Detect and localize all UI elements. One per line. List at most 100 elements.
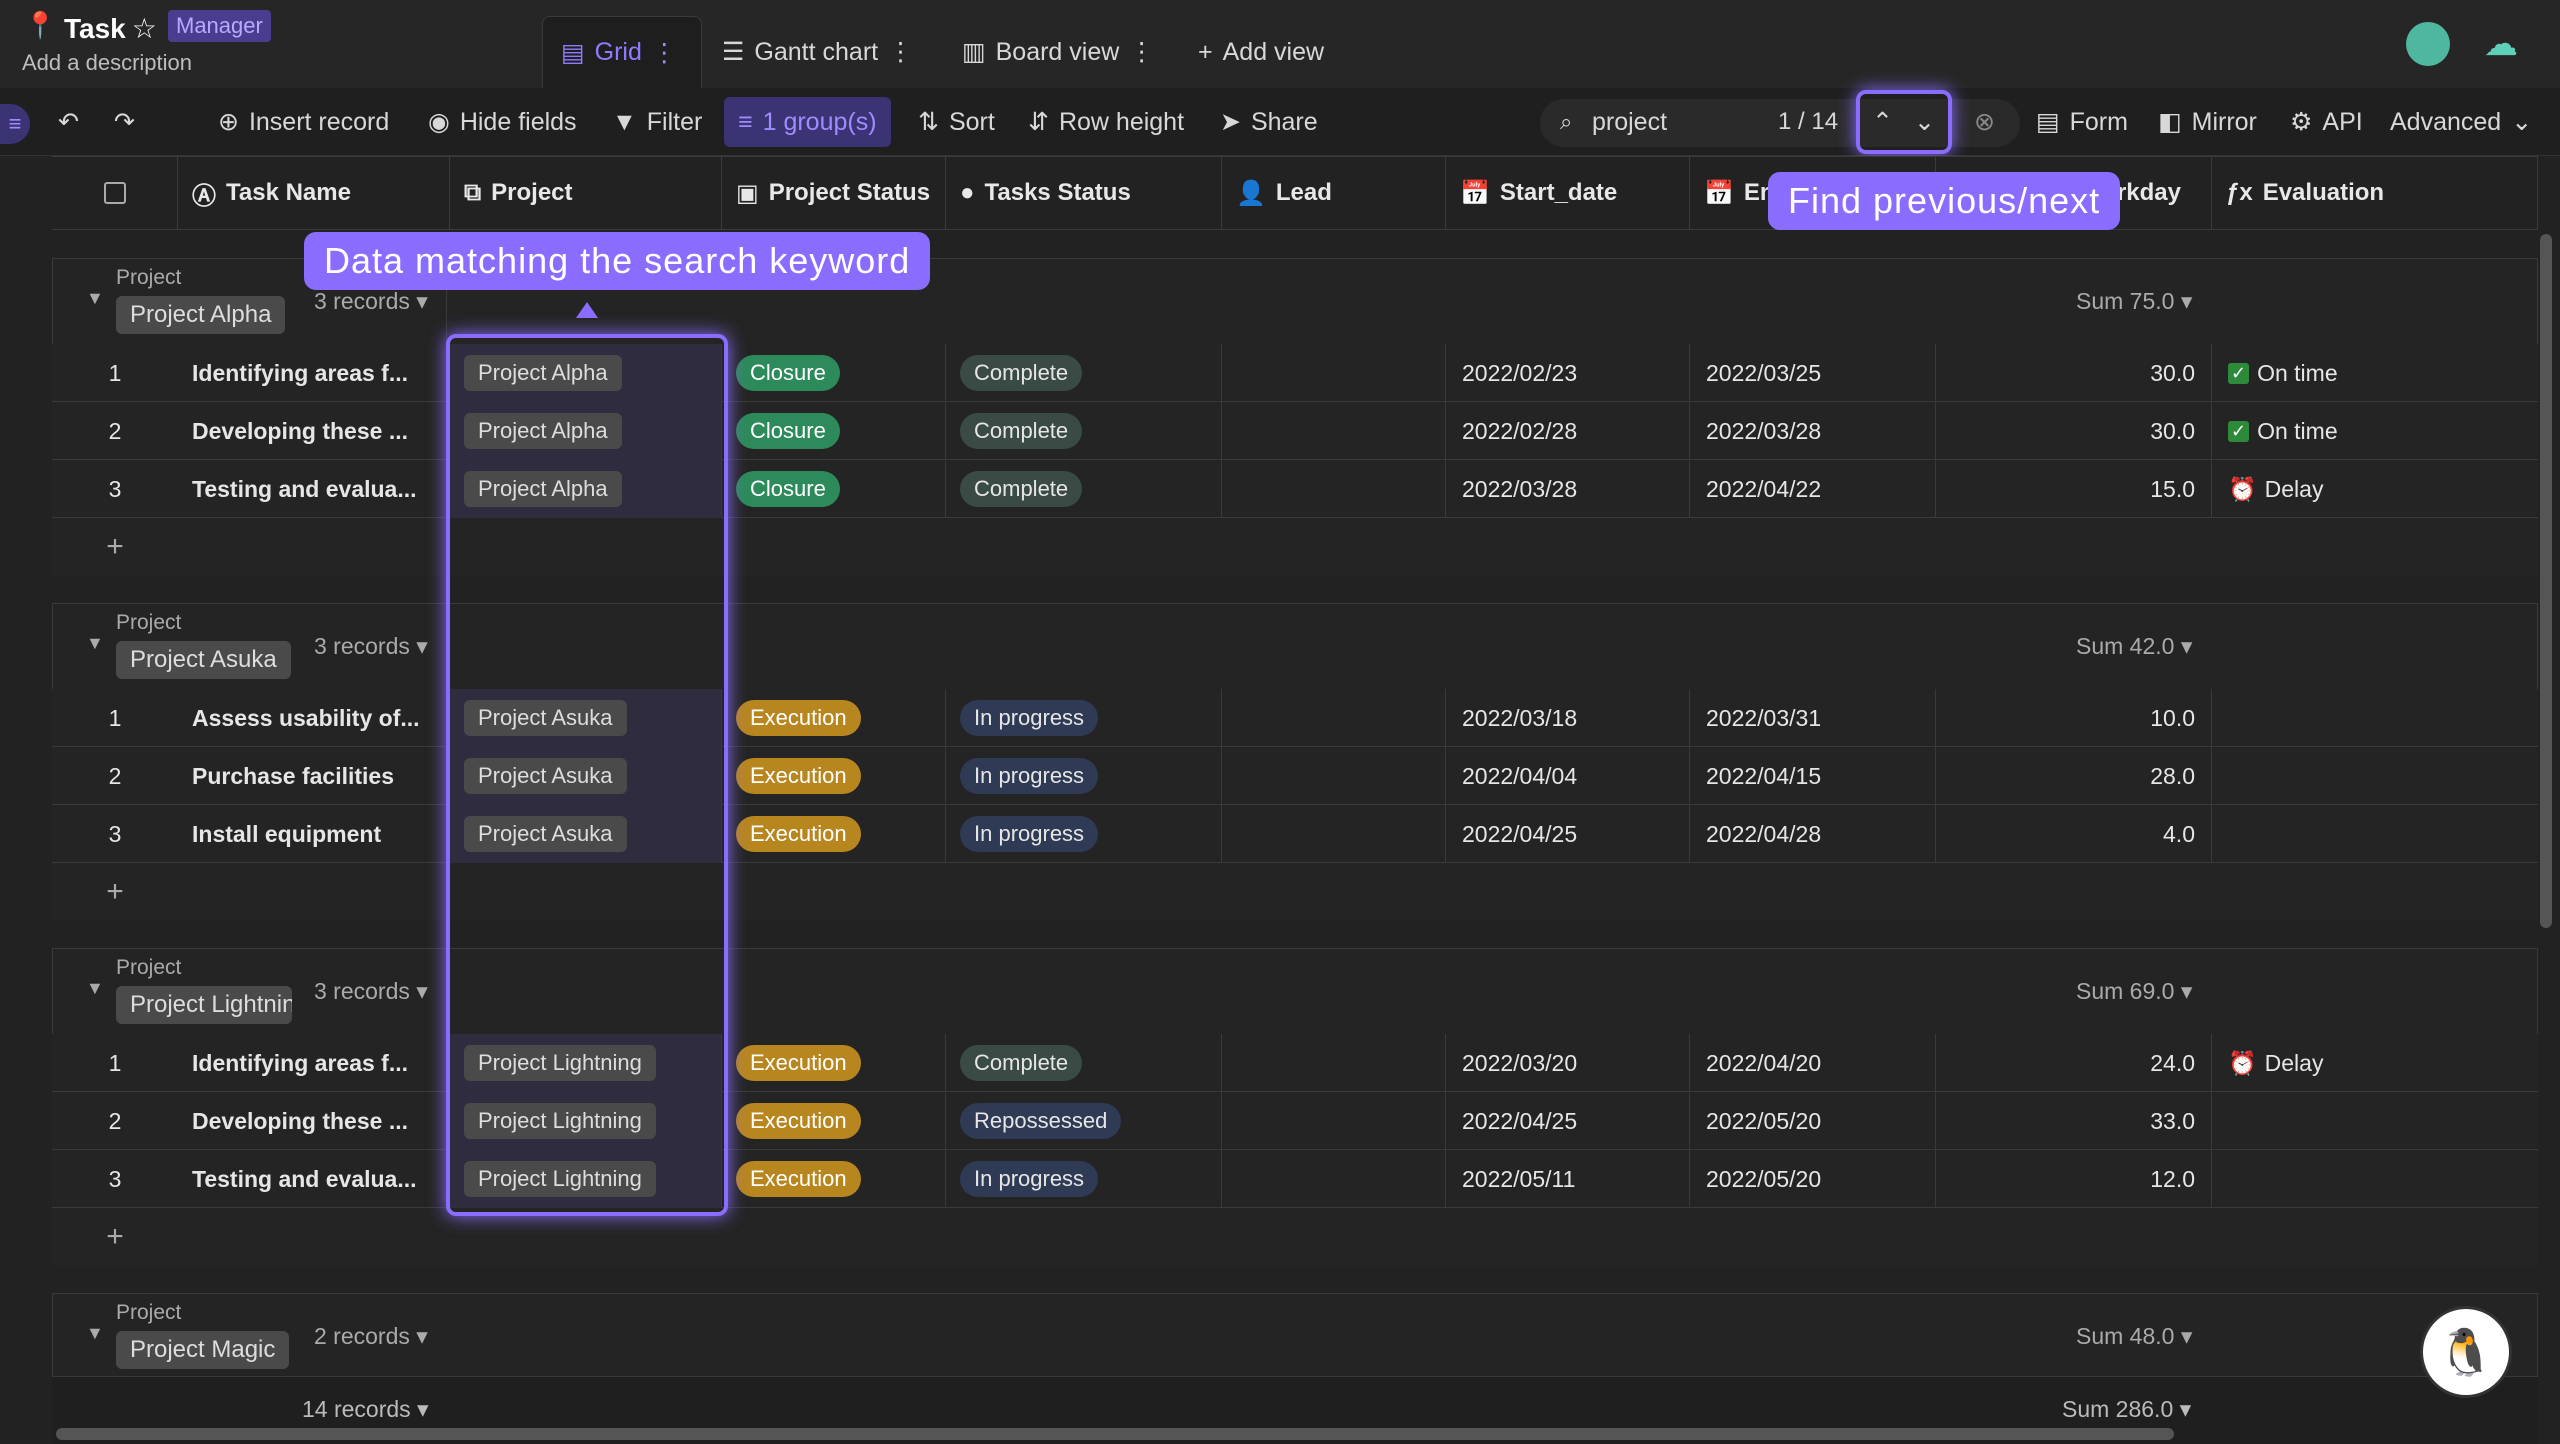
column-project-status[interactable]: ▣ Project Status [722, 156, 946, 230]
column-evaluation[interactable]: ƒx Evaluation [2212, 156, 2538, 230]
workday-cell[interactable]: 24.0 [1936, 1034, 2212, 1092]
table-row[interactable]: 2 Developing these ... Project Lightning… [52, 1092, 2538, 1150]
tasks-status-cell[interactable]: Complete [946, 344, 1222, 402]
project-status-cell[interactable]: Execution [722, 689, 946, 747]
cloud-icon[interactable]: ☁ [2484, 24, 2518, 64]
clear-search-icon[interactable]: ⊗ [1974, 88, 1995, 156]
column-project[interactable]: ⧉ Project [450, 156, 722, 230]
avatar[interactable] [2406, 22, 2450, 66]
tasks-status-cell[interactable]: In progress [946, 805, 1222, 863]
task-name-cell[interactable]: Identifying areas f... [178, 1034, 450, 1092]
assistant-mascot-icon[interactable]: 🐧 [2420, 1306, 2512, 1398]
evaluation-cell[interactable] [2212, 1150, 2538, 1208]
workday-cell[interactable]: 10.0 [1936, 689, 2212, 747]
group-record-count[interactable]: 3 records ▾ [314, 288, 428, 315]
plus-icon[interactable]: + [52, 863, 178, 921]
lead-cell[interactable] [1222, 1150, 1446, 1208]
evaluation-cell[interactable]: ✓ On time [2212, 344, 2538, 402]
group-record-count[interactable]: 3 records ▾ [314, 633, 428, 660]
workday-cell[interactable]: 4.0 [1936, 805, 2212, 863]
lead-cell[interactable] [1222, 1034, 1446, 1092]
task-name-cell[interactable]: Purchase facilities [178, 747, 450, 805]
workday-cell[interactable]: 12.0 [1936, 1150, 2212, 1208]
search-input[interactable]: project [1592, 88, 1667, 156]
group-button[interactable]: ≡ 1 group(s) [724, 97, 891, 147]
group-sum[interactable]: Sum 69.0 ▾ [2076, 978, 2192, 1005]
form-button[interactable]: ▤ Form [2036, 88, 2128, 156]
app-title[interactable]: Task ☆ [64, 12, 157, 45]
project-status-cell[interactable]: Closure [722, 402, 946, 460]
select-all-checkbox[interactable] [52, 156, 178, 230]
redo-icon[interactable]: ↷ [114, 88, 135, 156]
task-name-cell[interactable]: Install equipment [178, 805, 450, 863]
row-height-button[interactable]: ⇵ Row height [1028, 88, 1184, 156]
end-date-cell[interactable]: 2022/03/25 [1690, 344, 1936, 402]
group-sum[interactable]: Sum 48.0 ▾ [2076, 1323, 2192, 1350]
workday-cell[interactable]: 15.0 [1936, 460, 2212, 518]
add-record-row[interactable]: + [52, 1208, 2538, 1266]
task-name-cell[interactable]: Developing these ... [178, 402, 450, 460]
project-status-cell[interactable]: Execution [722, 1150, 946, 1208]
project-status-cell[interactable]: Execution [722, 805, 946, 863]
horizontal-scrollbar[interactable] [56, 1428, 2174, 1440]
mirror-button[interactable]: ◧ Mirror [2158, 88, 2257, 156]
table-row[interactable]: 3 Testing and evalua... Project Lightnin… [52, 1150, 2538, 1208]
group-sum[interactable]: Sum 42.0 ▾ [2076, 633, 2192, 660]
share-button[interactable]: ➤ Share [1220, 88, 1318, 156]
lead-cell[interactable] [1222, 460, 1446, 518]
tasks-status-cell[interactable]: In progress [946, 747, 1222, 805]
start-date-cell[interactable]: 2022/04/25 [1446, 1092, 1690, 1150]
table-row[interactable]: 3 Testing and evalua... Project Alpha Cl… [52, 460, 2538, 518]
project-status-cell[interactable]: Execution [722, 1092, 946, 1150]
start-date-cell[interactable]: 2022/04/04 [1446, 747, 1690, 805]
task-name-cell[interactable]: Testing and evalua... [178, 460, 450, 518]
column-lead[interactable]: 👤 Lead [1222, 156, 1446, 230]
star-icon[interactable]: ☆ [132, 12, 157, 45]
tasks-status-cell[interactable]: In progress [946, 1150, 1222, 1208]
footer-record-count[interactable]: 14 records ▾ [302, 1396, 429, 1423]
tab-grid[interactable]: ▤ Grid ⋮ [542, 16, 702, 88]
next-match-icon[interactable]: ⌄ [1914, 88, 1935, 156]
insert-record-button[interactable]: ⊕ Insert record [218, 88, 389, 156]
table-row[interactable]: 2 Purchase facilities Project Asuka Exec… [52, 747, 2538, 805]
table-row[interactable]: 1 Identifying areas f... Project Alpha C… [52, 344, 2538, 402]
tasks-status-cell[interactable]: Complete [946, 402, 1222, 460]
table-row[interactable]: 1 Identifying areas f... Project Lightni… [52, 1034, 2538, 1092]
end-date-cell[interactable]: 2022/04/20 [1690, 1034, 1936, 1092]
end-date-cell[interactable]: 2022/04/15 [1690, 747, 1936, 805]
column-start-date[interactable]: 📅 Start_date [1446, 156, 1690, 230]
collapse-icon[interactable]: ▼ [86, 978, 104, 999]
task-name-cell[interactable]: Testing and evalua... [178, 1150, 450, 1208]
end-date-cell[interactable]: 2022/04/28 [1690, 805, 1936, 863]
collapse-icon[interactable]: ▼ [86, 633, 104, 654]
workday-cell[interactable]: 30.0 [1936, 344, 2212, 402]
project-status-cell[interactable]: Execution [722, 747, 946, 805]
filter-button[interactable]: ▼ Filter [612, 88, 702, 156]
start-date-cell[interactable]: 2022/05/11 [1446, 1150, 1690, 1208]
end-date-cell[interactable]: 2022/03/28 [1690, 402, 1936, 460]
plus-icon[interactable]: + [52, 1208, 178, 1266]
add-record-row[interactable]: + [52, 518, 2538, 576]
add-record-row[interactable]: + [52, 863, 2538, 921]
hide-fields-button[interactable]: ◉ Hide fields [428, 88, 577, 156]
task-name-cell[interactable]: Assess usability of... [178, 689, 450, 747]
end-date-cell[interactable]: 2022/05/20 [1690, 1150, 1936, 1208]
vertical-scrollbar[interactable] [2540, 234, 2552, 928]
previous-match-icon[interactable]: ⌃ [1872, 88, 1893, 156]
group-record-count[interactable]: 2 records ▾ [314, 1323, 428, 1350]
lead-cell[interactable] [1222, 805, 1446, 863]
start-date-cell[interactable]: 2022/03/18 [1446, 689, 1690, 747]
start-date-cell[interactable]: 2022/02/23 [1446, 344, 1690, 402]
table-row[interactable]: 3 Install equipment Project Asuka Execut… [52, 805, 2538, 863]
start-date-cell[interactable]: 2022/04/25 [1446, 805, 1690, 863]
column-task-name[interactable]: Ⓐ Task Name [178, 156, 450, 230]
undo-icon[interactable]: ↶ [58, 88, 79, 156]
start-date-cell[interactable]: 2022/03/20 [1446, 1034, 1690, 1092]
plus-icon[interactable]: + [52, 518, 178, 576]
tasks-status-cell[interactable]: In progress [946, 689, 1222, 747]
evaluation-cell[interactable]: ⏰ Delay [2212, 1034, 2538, 1092]
project-status-cell[interactable]: Closure [722, 460, 946, 518]
group-record-count[interactable]: 3 records ▾ [314, 978, 428, 1005]
advanced-button[interactable]: Advanced ⌄ [2390, 88, 2532, 156]
end-date-cell[interactable]: 2022/05/20 [1690, 1092, 1936, 1150]
